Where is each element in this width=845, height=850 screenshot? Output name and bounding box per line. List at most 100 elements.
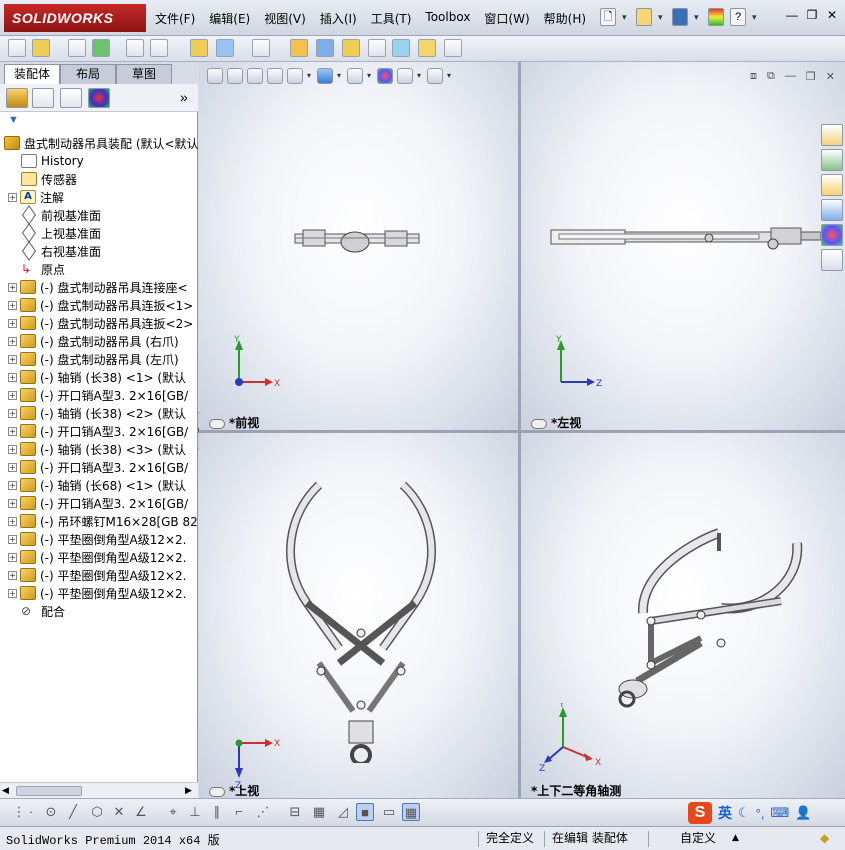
viewport-isometric[interactable]: Y X Z *上下二等角轴测 xyxy=(521,433,845,798)
expand-icon[interactable]: + xyxy=(8,408,17,418)
mate-paperclip-icon[interactable] xyxy=(68,39,86,57)
four-view-icon[interactable]: ▦ xyxy=(402,803,420,821)
instant3d-icon[interactable] xyxy=(444,39,462,57)
rebuild-tag-icon[interactable]: ◆ xyxy=(814,830,835,848)
tab-assembly[interactable]: 装配体 xyxy=(4,64,60,84)
dynamic-annotation-icon[interactable] xyxy=(287,68,303,84)
menu-tools[interactable]: 工具(T) xyxy=(364,10,419,27)
show-hidden-icon[interactable] xyxy=(190,39,208,57)
tree-item[interactable]: + (-) 平垫圈倒角型A级12×2. xyxy=(8,566,187,584)
explode-line-sketch-icon[interactable] xyxy=(368,39,386,57)
rebuild-traffic-light-icon[interactable] xyxy=(708,8,724,26)
open-folder-icon[interactable] xyxy=(636,8,652,26)
tree-item[interactable]: + (-) 平垫圈倒角型A级12×2. xyxy=(8,584,187,602)
menu-window[interactable]: 窗口(W) xyxy=(477,10,536,27)
display-style-icon[interactable] xyxy=(347,68,363,84)
tree-item[interactable]: ⊘ 配合 xyxy=(21,602,65,620)
trim-icon[interactable]: ✕ xyxy=(110,803,128,821)
tree-item[interactable]: + (-) 盘式制动器吊具连扳<2> xyxy=(8,314,193,332)
expand-icon[interactable]: + xyxy=(8,588,17,598)
home-icon[interactable] xyxy=(821,124,843,146)
edit-appearance-icon[interactable] xyxy=(377,68,393,84)
tree-item[interactable]: + (-) 开口销A型3. 2×16[GB/ xyxy=(8,458,188,476)
viewport-label[interactable]: *上下二等角轴测 xyxy=(531,782,621,798)
tree-item[interactable]: + (-) 盘式制动器吊具 (左爪) xyxy=(8,350,179,368)
zoom-to-area-icon[interactable] xyxy=(227,68,243,84)
tree-item[interactable]: 上视基准面 xyxy=(21,224,101,242)
menu-insert[interactable]: 插入(I) xyxy=(313,10,364,27)
minimize-viewport-icon[interactable]: — xyxy=(785,70,796,83)
expand-icon[interactable]: + xyxy=(8,192,17,202)
section-view-icon[interactable] xyxy=(267,68,283,84)
expand-icon[interactable]: + xyxy=(8,282,17,292)
help-icon[interactable]: ? xyxy=(730,8,746,26)
display-manager-icon[interactable] xyxy=(88,88,110,108)
triangle-icon[interactable]: ◿ xyxy=(334,803,352,821)
file-explorer-icon[interactable] xyxy=(821,174,843,196)
expand-icon[interactable]: + xyxy=(8,480,17,490)
close-viewport-icon[interactable]: ✕ xyxy=(826,70,835,83)
move-component-icon[interactable] xyxy=(150,39,168,57)
ime-language-toggle[interactable]: 英 xyxy=(718,803,732,823)
feature-manager-icon[interactable] xyxy=(6,88,28,108)
polygon-icon[interactable]: ⬡ xyxy=(88,803,106,821)
tree-root-assembly[interactable]: 盘式制动器吊具装配 (默认<默认 xyxy=(4,134,198,152)
menu-view[interactable]: 视图(V) xyxy=(257,10,313,27)
tree-item[interactable]: + (-) 轴销 (长38) <1> (默认 xyxy=(8,368,186,386)
tree-item[interactable]: + (-) 开口销A型3. 2×16[GB/ xyxy=(8,494,188,512)
apply-scene-icon[interactable] xyxy=(397,68,413,84)
insert-component-icon[interactable] xyxy=(8,39,26,57)
user-icon[interactable]: 👤 xyxy=(795,805,811,821)
tree-item[interactable]: + (-) 轴销 (长38) <2> (默认 xyxy=(8,404,186,422)
chevron-down-icon[interactable]: ▾ xyxy=(417,68,423,84)
tree-item[interactable]: 传感器 xyxy=(21,170,77,188)
tree-item[interactable]: + (-) 轴销 (长68) <1> (默认 xyxy=(8,476,186,494)
scroll-right-icon[interactable]: ▶ xyxy=(185,785,195,797)
offset-icon[interactable]: ⋰ xyxy=(254,803,272,821)
interference-detection-icon[interactable] xyxy=(392,39,410,57)
expand-icon[interactable]: + xyxy=(8,516,17,526)
line-icon[interactable]: ╱ xyxy=(64,803,82,821)
tree-item[interactable]: + (-) 吊环螺钉M16×28[GB 825 xyxy=(8,512,198,530)
expand-icon[interactable]: + xyxy=(8,300,17,310)
keyboard-icon[interactable]: ⌨ xyxy=(770,805,789,821)
dimension-icon[interactable]: ⊟ xyxy=(286,803,304,821)
menu-edit[interactable]: 编辑(E) xyxy=(202,10,257,27)
viewport-front[interactable]: ▾ ▾ ▾ ▾ ▾ Y X *前视 xyxy=(199,62,518,430)
tree-item[interactable]: + (-) 轴销 (长38) <3> (默认 xyxy=(8,440,186,458)
tree-item[interactable]: + (-) 平垫圈倒角型A级12×2. xyxy=(8,530,187,548)
expand-icon[interactable]: + xyxy=(8,336,17,346)
single-view-icon[interactable]: ▭ xyxy=(380,803,398,821)
tree-item[interactable]: ↳ 原点 xyxy=(21,260,65,278)
configuration-manager-icon[interactable] xyxy=(60,88,82,108)
parallel-icon[interactable]: ∥ xyxy=(208,803,226,821)
chevron-down-icon[interactable]: ▾ xyxy=(367,68,373,84)
maximize-viewport-icon[interactable]: ❐ xyxy=(806,70,816,83)
new-motion-study-icon[interactable] xyxy=(290,39,308,57)
tree-item[interactable]: + (-) 盘式制动器吊具连扳<1> xyxy=(8,296,193,314)
expand-icon[interactable]: + xyxy=(8,426,17,436)
tree-item[interactable]: + (-) 开口销A型3. 2×16[GB/ xyxy=(8,422,188,440)
restore-icon[interactable]: ❐ xyxy=(805,8,819,22)
assembly-icon[interactable] xyxy=(32,39,50,57)
tree-item[interactable]: History xyxy=(21,152,84,170)
expand-icon[interactable]: + xyxy=(8,534,17,544)
viewport-label[interactable]: *左视 xyxy=(531,414,581,430)
tree-item[interactable]: + (-) 盘式制动器吊具 (右爪) xyxy=(8,332,179,350)
menu-file[interactable]: 文件(F) xyxy=(148,10,202,27)
link-view-icon[interactable] xyxy=(209,786,225,797)
expand-icon[interactable]: + xyxy=(8,372,17,382)
expand-icon[interactable]: + xyxy=(8,570,17,580)
expand-icon[interactable]: + xyxy=(8,354,17,364)
units-arrow-icon[interactable]: ▲ xyxy=(726,830,745,848)
viewport-left[interactable]: ⧈ ⧉ — ❐ ✕ Y Z *左视 xyxy=(521,62,845,430)
graphics-area[interactable]: ▾ ▾ ▾ ▾ ▾ Y X *前视 ⧈ ⧉ — ❐ ✕ Y Z *左视 X Z … xyxy=(199,62,845,798)
smart-fasteners-icon[interactable] xyxy=(126,39,144,57)
more-tabs-icon[interactable]: » xyxy=(180,89,188,105)
tree-horizontal-scrollbar[interactable]: ◀ ▶ xyxy=(0,782,198,798)
scroll-thumb[interactable] xyxy=(16,786,82,796)
expand-icon[interactable]: + xyxy=(8,462,17,472)
link-view-icon[interactable] xyxy=(209,418,225,429)
bill-of-materials-icon[interactable] xyxy=(316,39,334,57)
custom-properties-icon[interactable] xyxy=(821,249,843,271)
